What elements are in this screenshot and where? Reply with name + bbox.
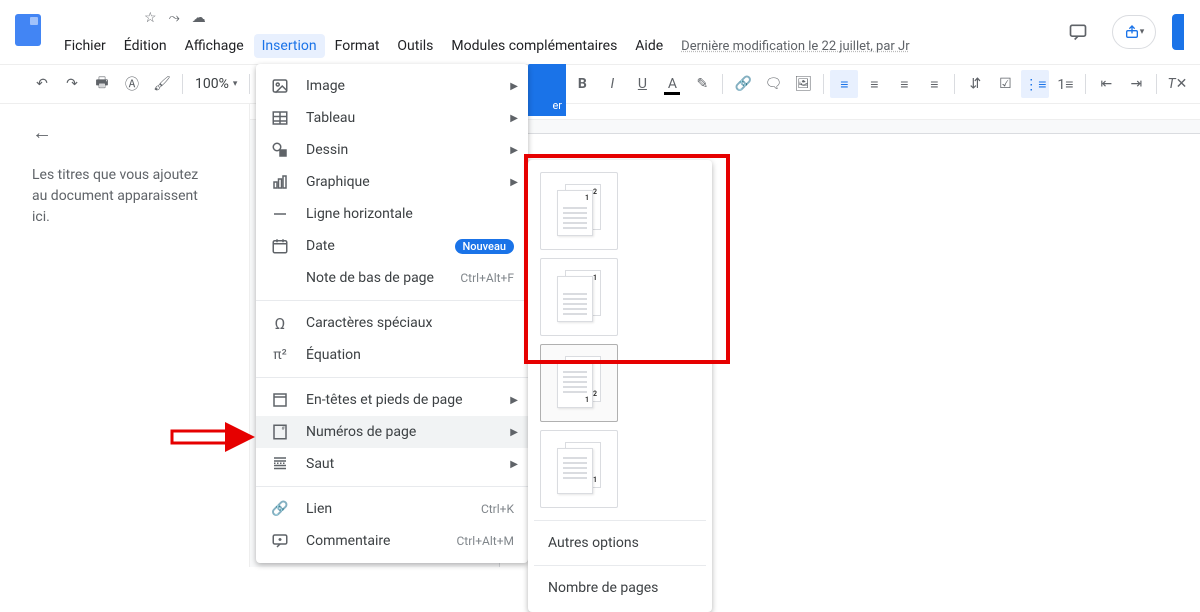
page-number-option-top-right-all[interactable]: 21 [540, 172, 618, 250]
checklist-button[interactable]: ☑ [991, 70, 1019, 98]
text-color-button[interactable]: A [658, 70, 686, 98]
menu-aide[interactable]: Aide [627, 34, 671, 58]
menu-item-header[interactable]: En-têtes et pieds de page▶ [256, 384, 528, 416]
chevron-right-icon: ▶ [510, 145, 518, 156]
account-edge[interactable] [1172, 14, 1184, 50]
page-numbers-submenu: 21 1 21 1 Autres options Nombre de pages [528, 160, 712, 612]
move-icon[interactable]: ⤳ [169, 10, 180, 26]
align-justify-button[interactable]: ≡ [920, 70, 948, 98]
page-count-item[interactable]: Nombre de pages [534, 570, 706, 606]
redo-button[interactable]: ↷ [58, 70, 86, 98]
menu-item-hr[interactable]: Ligne horizontale [256, 198, 528, 230]
foot-icon [270, 268, 290, 288]
last-edit-link[interactable]: Dernière modification le 22 juillet, par… [681, 39, 909, 54]
numbered-list-button[interactable]: 1≡ [1051, 70, 1079, 98]
zoom-select[interactable]: 100%▾ [189, 76, 243, 92]
line-spacing-button[interactable]: ⇵ [961, 70, 989, 98]
chevron-right-icon: ▶ [510, 177, 518, 188]
menu-item-break[interactable]: Saut▶ [256, 448, 528, 480]
bulleted-list-button[interactable]: ⋮≡ [1021, 70, 1049, 98]
align-left-button[interactable]: ≡ [830, 70, 858, 98]
menu-item-pnum[interactable]: #Numéros de page▶ [256, 416, 528, 448]
chevron-right-icon: ▶ [510, 459, 518, 470]
page-number-option-bottom-right-skip-first[interactable]: 1 [540, 430, 618, 508]
menu-edition[interactable]: Édition [116, 34, 175, 58]
comment-icon [270, 531, 290, 551]
table-icon [270, 108, 290, 128]
print-button[interactable]: 🖶 [88, 70, 116, 98]
chevron-right-icon: ▶ [510, 395, 518, 406]
app-header: ☆ ⤳ ☁ Fichier Édition Affichage Insertio… [0, 0, 1200, 64]
align-center-button[interactable]: ≡ [860, 70, 888, 98]
chevron-right-icon: ▶ [510, 81, 518, 92]
cloud-icon[interactable]: ☁ [192, 10, 206, 26]
link-icon: 🔗 [270, 499, 290, 519]
star-icon[interactable]: ☆ [144, 10, 157, 26]
header-icon [270, 390, 290, 410]
page-number-grid: 21 1 21 1 [534, 172, 706, 516]
pnum-icon: # [270, 422, 290, 442]
menu-item-draw[interactable]: Dessin▶ [256, 134, 528, 166]
menu-item-image[interactable]: Image▶ [256, 70, 528, 102]
undo-button[interactable]: ↶ [28, 70, 56, 98]
menu-item-omega[interactable]: ΩCaractères spéciaux [256, 307, 528, 339]
title-area: ☆ ⤳ ☁ Fichier Édition Affichage Insertio… [48, 0, 1060, 60]
insert-comment-button[interactable]: 🗨 [759, 70, 787, 98]
draw-icon [270, 140, 290, 160]
menu-item-table[interactable]: Tableau▶ [256, 102, 528, 134]
date-icon [270, 236, 290, 256]
toolbar: ↶ ↷ 🖶 Ⓐ 🖌 100%▾ B I U A ✎ 🔗 🗨 🖼 ≡ ≡ ≡ ≡ … [0, 64, 1200, 104]
chevron-right-icon: ▶ [510, 427, 518, 438]
bold-button[interactable]: B [568, 70, 596, 98]
menu-item-pi[interactable]: π²Équation [256, 339, 528, 371]
outline-hint: Les titres que vous ajoutez au document … [32, 165, 217, 228]
increase-indent-button[interactable]: ⇥ [1122, 70, 1150, 98]
insertion-menu: Image▶Tableau▶Dessin▶Graphique▶Ligne hor… [256, 64, 528, 563]
decrease-indent-button[interactable]: ⇤ [1092, 70, 1120, 98]
insert-link-button[interactable]: 🔗 [729, 70, 757, 98]
outline-back-icon[interactable]: ← [32, 120, 217, 145]
menu-affichage[interactable]: Affichage [177, 34, 252, 58]
spellcheck-button[interactable]: Ⓐ [118, 70, 146, 98]
menu-item-chart[interactable]: Graphique▶ [256, 166, 528, 198]
menu-insertion[interactable]: Insertion [254, 34, 325, 58]
pi-icon: π² [270, 345, 290, 365]
highlight-button[interactable]: ✎ [688, 70, 716, 98]
break-icon [270, 454, 290, 474]
svg-text:#: # [282, 426, 286, 432]
page-number-option-top-right-skip-first[interactable]: 1 [540, 258, 618, 336]
omega-icon: Ω [270, 313, 290, 333]
align-right-button[interactable]: ≡ [890, 70, 918, 98]
outline-panel: ← Les titres que vous ajoutez au documen… [0, 104, 250, 567]
page-number-option-bottom-right-all[interactable]: 21 [540, 344, 618, 422]
menu-outils[interactable]: Outils [389, 34, 441, 58]
style-dropdown-edge: er [528, 64, 566, 116]
clear-formatting-button[interactable]: T✕ [1163, 70, 1191, 98]
menu-modules[interactable]: Modules complémentaires [443, 34, 625, 58]
hr-icon [270, 204, 290, 224]
share-button[interactable]: ▾ [1112, 15, 1156, 49]
menu-item-comment[interactable]: CommentaireCtrl+Alt+M [256, 525, 528, 557]
menubar: Fichier Édition Affichage Insertion Form… [56, 32, 1060, 60]
menu-item-foot[interactable]: Note de bas de pageCtrl+Alt+F [256, 262, 528, 294]
chevron-right-icon: ▶ [510, 113, 518, 124]
menu-fichier[interactable]: Fichier [56, 34, 114, 58]
more-options-item[interactable]: Autres options [534, 525, 706, 561]
italic-button[interactable]: I [598, 70, 626, 98]
image-icon [270, 76, 290, 96]
menu-item-link[interactable]: 🔗LienCtrl+K [256, 493, 528, 525]
comments-history-icon[interactable] [1060, 14, 1096, 50]
insert-image-button[interactable]: 🖼 [789, 70, 817, 98]
underline-button[interactable]: U [628, 70, 656, 98]
paint-format-button[interactable]: 🖌 [148, 70, 176, 98]
menu-format[interactable]: Format [327, 34, 388, 58]
new-badge: Nouveau [455, 239, 515, 254]
chart-icon [270, 172, 290, 192]
menu-item-date[interactable]: DateNouveau [256, 230, 528, 262]
docs-logo[interactable] [8, 10, 48, 50]
